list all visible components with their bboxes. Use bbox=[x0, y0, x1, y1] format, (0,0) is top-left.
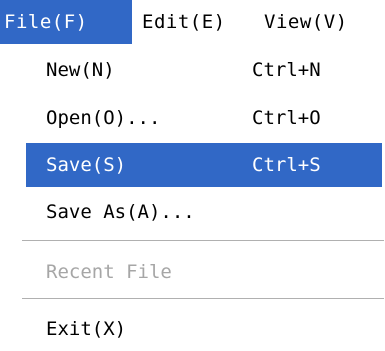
menu-item-shortcut: Ctrl+O bbox=[252, 107, 321, 129]
menu-item-label: Save As(A)... bbox=[46, 201, 195, 223]
menu-item-label: Recent File bbox=[46, 261, 172, 283]
menu-bar: File(F) Edit(E) View(V) bbox=[0, 0, 385, 44]
menu-item-save[interactable]: Save(S) Ctrl+S bbox=[26, 143, 382, 187]
menu-view[interactable]: View(V) bbox=[256, 0, 381, 44]
menu-file[interactable]: File(F) bbox=[0, 0, 132, 44]
menu-item-save-as[interactable]: Save As(A)... bbox=[26, 190, 382, 234]
file-dropdown-menu: New(N) Ctrl+N Open(O)... Ctrl+O Save(S) … bbox=[0, 44, 385, 351]
menu-item-label: Open(O)... bbox=[46, 107, 161, 129]
menu-item-shortcut: Ctrl+S bbox=[252, 154, 321, 176]
menu-item-label: New(N) bbox=[46, 59, 115, 81]
menu-edit[interactable]: Edit(E) bbox=[134, 0, 252, 44]
menu-item-label: Save(S) bbox=[46, 154, 127, 176]
menu-item-label: Exit(X) bbox=[46, 318, 127, 340]
menu-item-recent-file: Recent File bbox=[26, 250, 382, 294]
menu-item-new[interactable]: New(N) Ctrl+N bbox=[26, 48, 382, 92]
menu-separator bbox=[22, 298, 384, 300]
menu-item-open[interactable]: Open(O)... Ctrl+O bbox=[26, 96, 382, 140]
menu-item-exit[interactable]: Exit(X) bbox=[26, 307, 382, 351]
menu-separator bbox=[22, 240, 384, 242]
menu-item-shortcut: Ctrl+N bbox=[252, 59, 321, 81]
